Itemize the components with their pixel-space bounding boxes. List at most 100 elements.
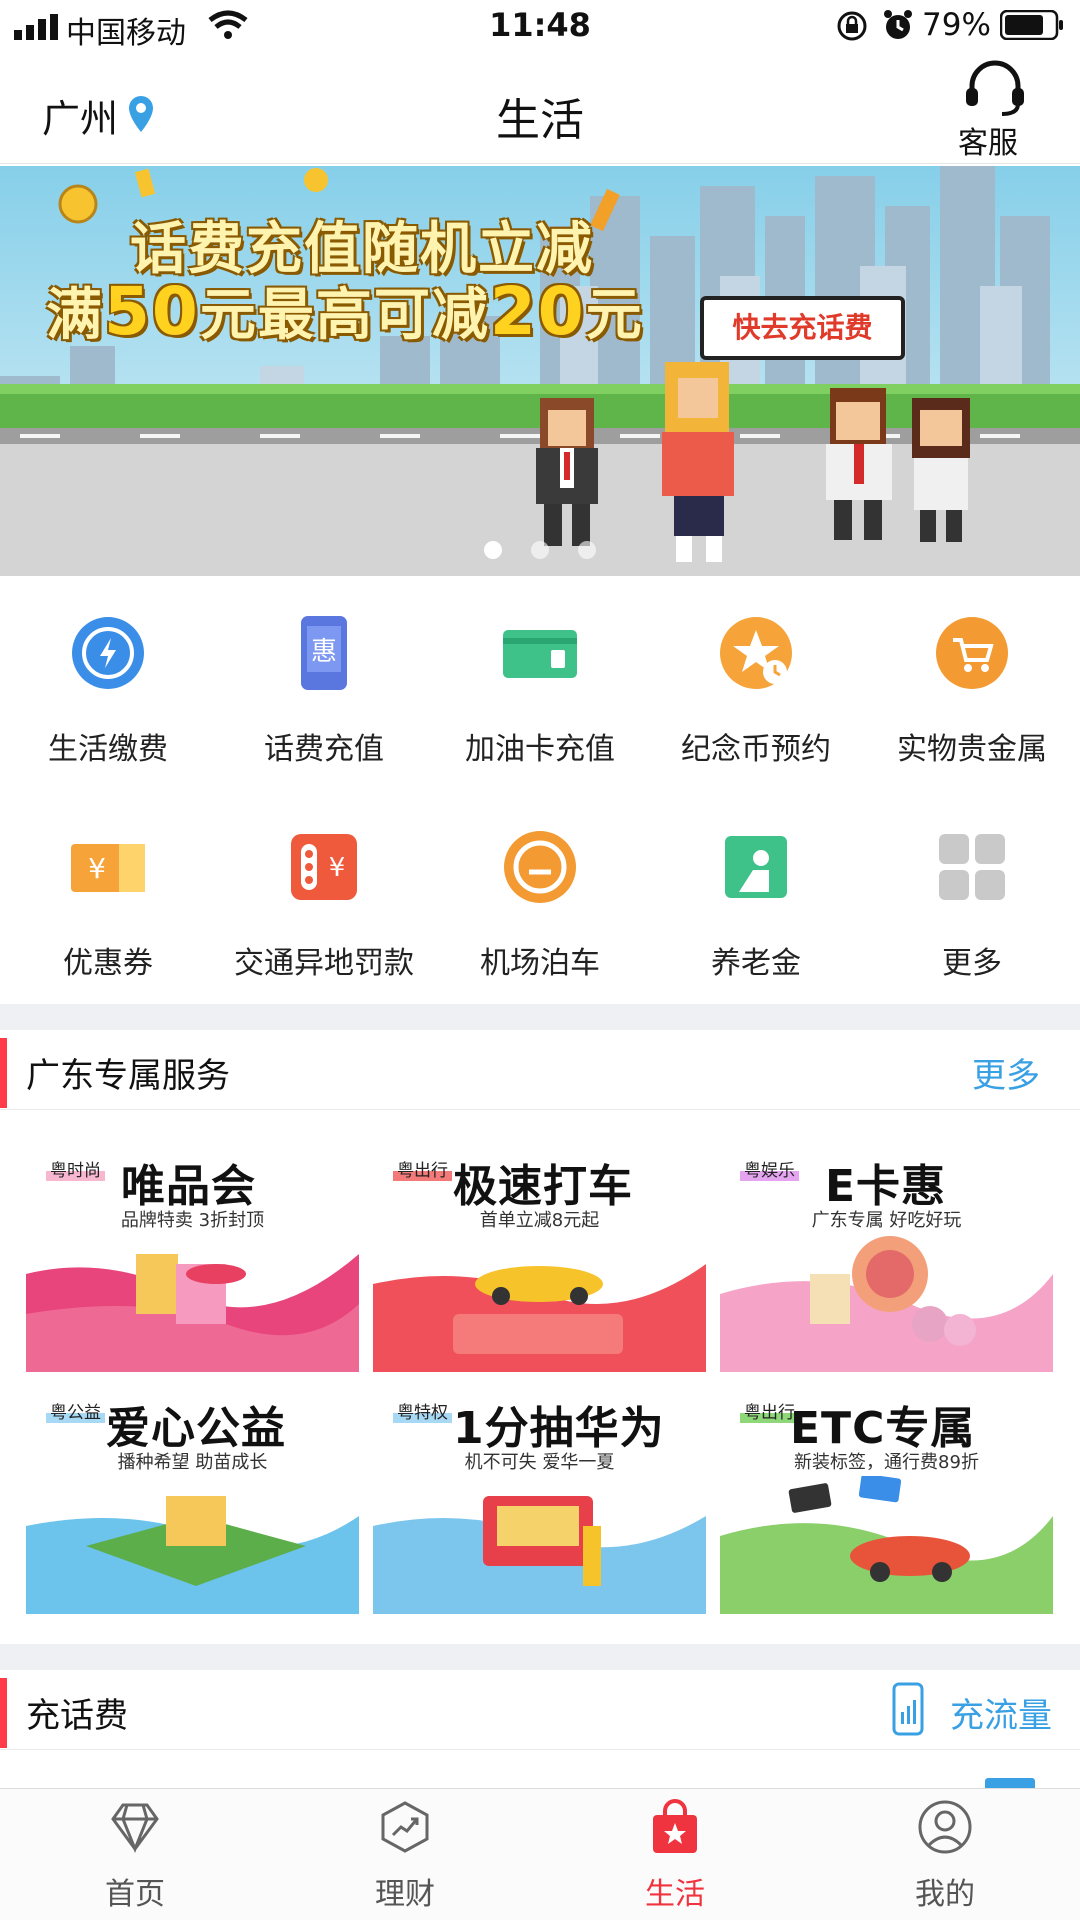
section-title: 充话费 bbox=[26, 1696, 128, 1736]
section-divider bbox=[0, 1644, 1080, 1670]
service-grid: 生活缴费 惠 话费充值 加油卡充值 纪念币预约 实物贵金属 ¥ 优惠券 ¥ 交通… bbox=[0, 576, 1080, 1004]
service-label: 养老金 bbox=[711, 946, 801, 981]
promo-card-charity[interactable]: 粤公益 爱心公益 播种希望 助苗成长 bbox=[26, 1386, 359, 1614]
school-illustration bbox=[26, 1496, 359, 1614]
service-item-utility-payment[interactable]: 生活缴费 bbox=[0, 576, 216, 790]
carousel-dot-2[interactable] bbox=[531, 541, 549, 559]
service-item-phone-recharge[interactable]: 惠 话费充值 bbox=[216, 576, 432, 790]
more-grid-icon bbox=[939, 834, 1005, 900]
food-illustration bbox=[720, 1236, 1053, 1372]
rotation-lock-icon bbox=[837, 11, 867, 41]
traffic-fine-icon: ¥ bbox=[291, 834, 357, 900]
lottery-machine-illustration bbox=[373, 1496, 706, 1614]
headset-icon bbox=[966, 60, 1024, 116]
star-clock-icon bbox=[720, 617, 792, 689]
page-title: 生活 bbox=[496, 95, 584, 146]
recharge-content-peek bbox=[0, 1750, 1080, 1788]
promo-subtitle: 广东专属 好吃好玩 bbox=[811, 1210, 962, 1231]
coupon-icon: ¥ bbox=[71, 844, 145, 892]
service-item-pension[interactable]: 养老金 bbox=[648, 790, 864, 1004]
tab-label: 我的 bbox=[915, 1877, 975, 1912]
top-header: 广州 生活 客服 bbox=[0, 52, 1080, 164]
promo-title: E卡惠 bbox=[825, 1161, 947, 1212]
battery-icon bbox=[1000, 10, 1063, 40]
service-item-traffic-fine[interactable]: ¥ 交通异地罚款 bbox=[216, 790, 432, 1004]
section-divider bbox=[0, 1004, 1080, 1030]
data-recharge-label: 充流量 bbox=[950, 1696, 1052, 1736]
section-accent-bar bbox=[0, 1038, 7, 1108]
status-bar: 中国移动 11:48 79% bbox=[0, 0, 1080, 52]
promo-card-vip[interactable]: 粤时尚 唯品会 品牌特卖 3折封顶 bbox=[26, 1144, 359, 1372]
data-recharge-link[interactable]: 充流量 bbox=[888, 1676, 1068, 1742]
service-label: 优惠券 bbox=[63, 946, 153, 981]
tab-label: 理财 bbox=[375, 1877, 435, 1912]
service-label: 交通异地罚款 bbox=[234, 946, 414, 981]
customer-service-button[interactable]: 客服 bbox=[940, 52, 1060, 164]
service-item-coupon[interactable]: ¥ 优惠券 bbox=[0, 790, 216, 1004]
car-illustration bbox=[373, 1264, 706, 1372]
banner-text-part: 元 bbox=[585, 283, 644, 348]
banner-subheadline: 满50元最高可减20元 bbox=[46, 270, 644, 351]
shopping-illustration bbox=[26, 1254, 359, 1372]
service-label: 加油卡充值 bbox=[465, 732, 615, 767]
pension-icon bbox=[725, 836, 787, 898]
promo-banner[interactable]: 话费充值随机立减 满50元最高可减20元 快去充话费 bbox=[0, 166, 1080, 576]
tab-label: 生活 bbox=[645, 1877, 705, 1912]
alarm-icon bbox=[884, 10, 912, 39]
svg-text:惠: 惠 bbox=[311, 637, 337, 667]
bottom-tab-bar: 首页 理财 生活 我的 bbox=[0, 1788, 1080, 1920]
carousel-indicator bbox=[0, 541, 1080, 563]
phone-data-icon bbox=[892, 1682, 924, 1736]
service-label: 实物贵金属 bbox=[897, 732, 1047, 767]
promo-card-taxi[interactable]: 粤出行 极速打车 首单立减8元起 bbox=[373, 1144, 706, 1372]
service-item-more[interactable]: 更多 bbox=[864, 790, 1080, 1004]
cart-icon bbox=[936, 617, 1008, 689]
service-item-airport-parking[interactable]: 机场泊车 bbox=[432, 790, 648, 1004]
section-more-link[interactable]: 更多 bbox=[972, 1048, 1040, 1097]
service-label: 话费充值 bbox=[264, 732, 384, 767]
promo-card-ecard[interactable]: 粤娱乐 E卡惠 广东专属 好吃好玩 bbox=[720, 1144, 1053, 1372]
service-label: 纪念币预约 bbox=[681, 732, 831, 767]
promo-subtitle: 首单立减8元起 bbox=[479, 1210, 600, 1231]
promo-grid: 粤时尚 唯品会 品牌特卖 3折封顶 粤出行 极速打车 首单立减8元起 粤娱乐 E… bbox=[0, 1110, 1080, 1644]
recharge-item-edge bbox=[985, 1778, 1035, 1788]
promo-subtitle: 机不可失 爱华一夏 bbox=[464, 1452, 615, 1473]
svg-text:¥: ¥ bbox=[88, 852, 106, 885]
promo-card-huawei-lottery[interactable]: 粤特权 1分抽华为 机不可失 爱华一夏 bbox=[373, 1386, 706, 1614]
promo-title: 1分抽华为 bbox=[453, 1403, 665, 1454]
carousel-dot-1[interactable] bbox=[483, 541, 502, 559]
service-label: 机场泊车 bbox=[480, 946, 600, 981]
section-title: 广东专属服务 bbox=[26, 1056, 230, 1096]
banner-text-part: 元最高可减 bbox=[199, 283, 490, 348]
promo-subtitle: 新装标签，通行费89折 bbox=[794, 1452, 979, 1473]
promo-title: 爱心公益 bbox=[106, 1403, 286, 1454]
parking-icon bbox=[504, 831, 576, 903]
promo-title: ETC专属 bbox=[790, 1403, 976, 1454]
chart-up-icon bbox=[381, 1801, 429, 1853]
banner-amount-20: 20 bbox=[489, 273, 586, 350]
user-icon bbox=[918, 1800, 972, 1854]
battery-percent: 79% bbox=[922, 7, 991, 43]
status-time: 11:48 bbox=[489, 6, 591, 44]
customer-service-label: 客服 bbox=[958, 126, 1018, 161]
promo-subtitle: 品牌特卖 3折封顶 bbox=[120, 1210, 265, 1231]
phone-discount-icon: 惠 bbox=[301, 616, 347, 690]
tab-mine[interactable]: 我的 bbox=[810, 1789, 1080, 1921]
banner-text-part: 满 bbox=[46, 283, 104, 348]
service-item-commemorative-coin[interactable]: 纪念币预约 bbox=[648, 576, 864, 790]
service-item-fuel-card[interactable]: 加油卡充值 bbox=[432, 576, 648, 790]
fuel-card-icon bbox=[503, 630, 577, 678]
service-item-precious-metal[interactable]: 实物贵金属 bbox=[864, 576, 1080, 790]
tab-home[interactable]: 首页 bbox=[0, 1789, 270, 1921]
lightning-icon bbox=[72, 617, 144, 689]
diamond-icon bbox=[111, 1803, 159, 1854]
carousel-dot-3[interactable] bbox=[578, 541, 597, 559]
tab-finance[interactable]: 理财 bbox=[270, 1789, 540, 1921]
tab-life[interactable]: 生活 bbox=[540, 1789, 810, 1921]
service-label: 生活缴费 bbox=[48, 732, 168, 767]
service-label: 更多 bbox=[942, 946, 1002, 981]
guangdong-section-header: 广东专属服务 更多 bbox=[0, 1030, 1080, 1110]
promo-card-etc[interactable]: 粤出行 ETC专属 新装标签，通行费89折 bbox=[720, 1386, 1053, 1614]
promo-title: 极速打车 bbox=[453, 1161, 633, 1212]
shopping-bag-star-icon bbox=[653, 1799, 697, 1853]
